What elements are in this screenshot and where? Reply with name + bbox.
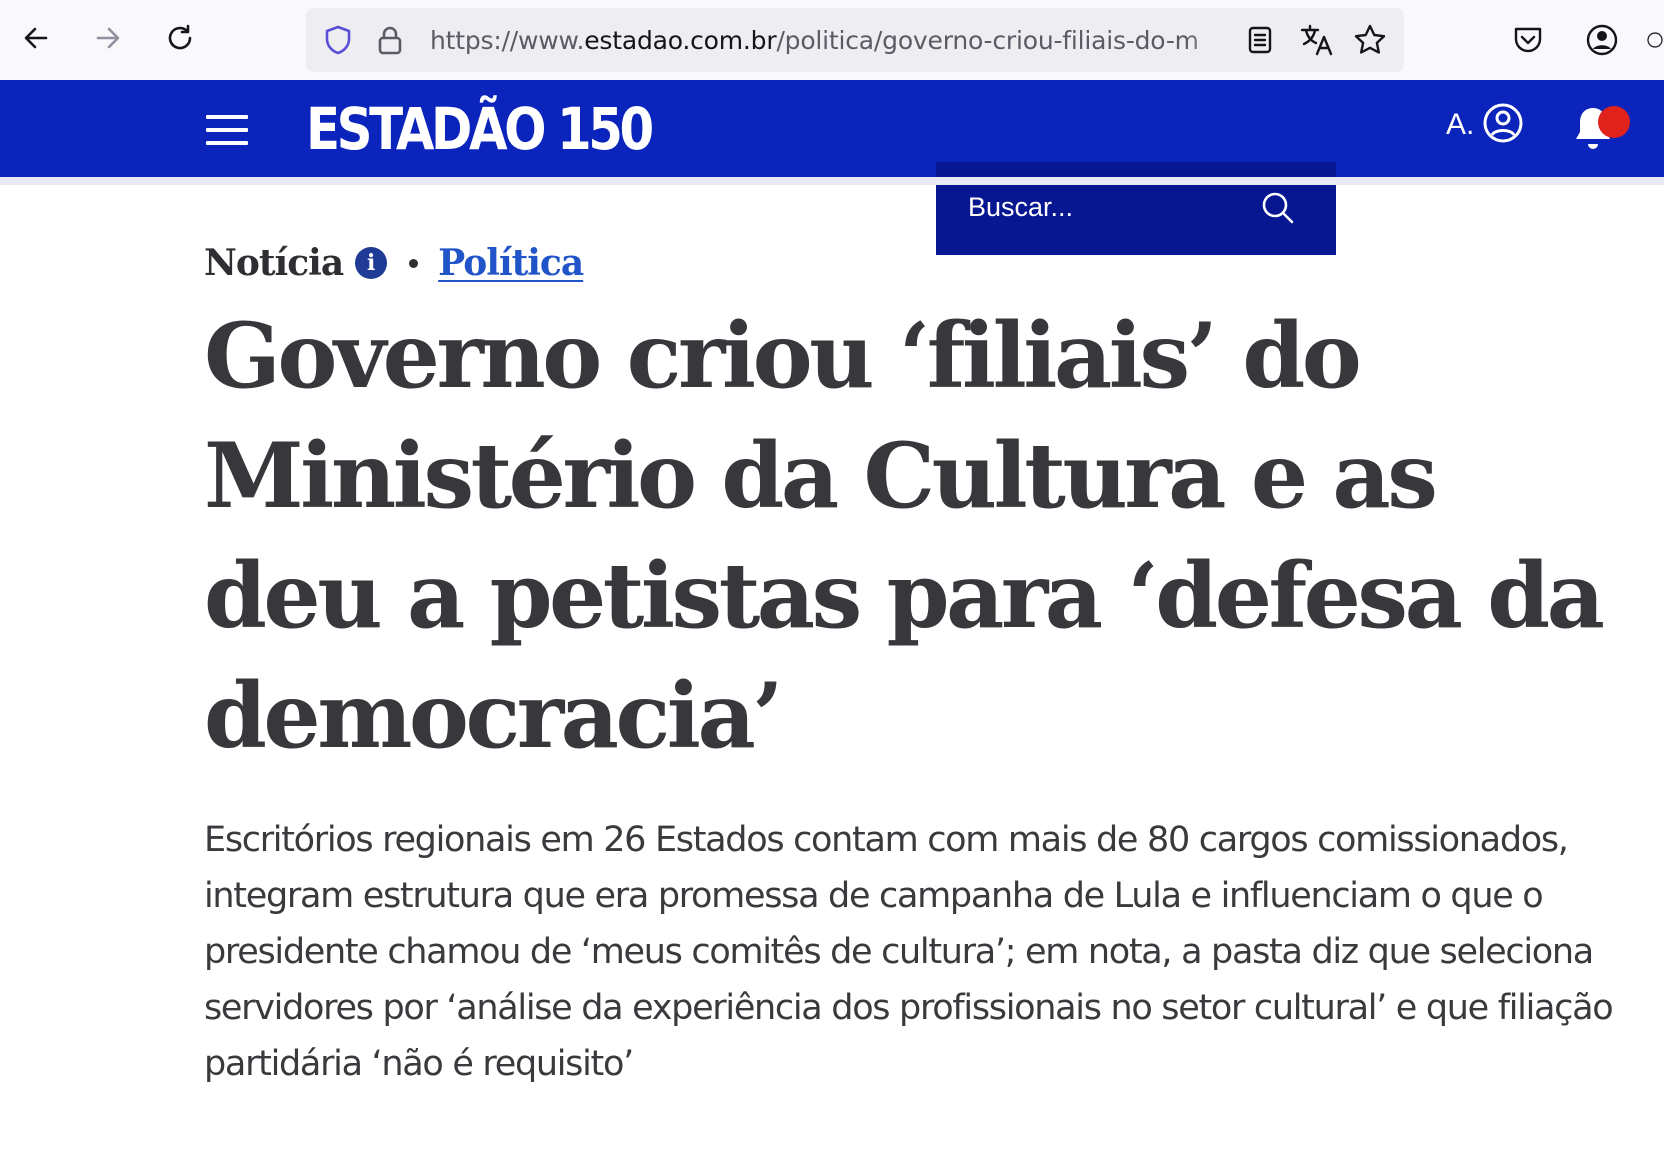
forward-icon [96,27,120,49]
site-info-button[interactable] [372,22,408,58]
menu-button-partial[interactable] [1646,20,1664,60]
article-headline: Governo criou ‘filiais’ do Ministério da… [204,303,1605,769]
section-link[interactable]: Política [438,242,584,284]
browser-toolbar: https://www.estadao.com.br/politica/gove… [0,0,1664,80]
bookmark-button[interactable] [1350,20,1390,60]
notification-badge [1598,106,1630,138]
reader-view-button[interactable] [1242,22,1278,58]
overflow-icon [1647,32,1663,48]
translate-button[interactable] [1296,20,1336,60]
back-icon [24,27,48,49]
back-button[interactable] [16,18,56,58]
lock-icon [378,26,402,55]
reload-icon [168,24,192,50]
site-logo[interactable]: ESTADÃO 150 [306,96,654,162]
header-divider [0,177,1664,185]
translate-icon [1300,24,1333,56]
url-bar[interactable]: https://www.estadao.com.br/politica/gove… [306,8,1404,72]
url-fade [1186,18,1236,62]
url-text: https://www.estadao.com.br/politica/gove… [430,26,1230,56]
search-icon[interactable] [1260,190,1296,226]
info-icon[interactable]: i [355,247,388,279]
account-icon [1586,24,1618,56]
forward-button[interactable] [88,18,128,58]
search-field[interactable]: Buscar... [936,162,1336,255]
reader-view-icon [1248,26,1272,54]
tracking-protection-button[interactable] [320,22,356,58]
url-host: estadao.com.br [584,26,777,55]
pocket-button[interactable] [1508,20,1548,60]
pocket-icon [1514,27,1542,53]
article-type: Notícia [204,242,344,284]
article-deck: Escritórios regionais em 26 Estados cont… [204,820,1614,1084]
menu-icon[interactable] [206,113,250,147]
user-initial[interactable]: A. [1446,108,1474,142]
url-path: /politica/governo-criou-filiais-do-m [776,26,1199,55]
url-prefix: https://www. [430,26,585,55]
article-kicker: Notícia i Política [204,240,584,286]
reload-button[interactable] [160,18,200,58]
search-input[interactable]: Buscar... [968,192,1073,223]
account-button[interactable] [1582,20,1622,60]
shield-icon [325,25,351,55]
user-icon[interactable] [1482,102,1524,144]
kicker-separator [409,258,419,268]
bookmark-star-icon [1354,24,1386,54]
